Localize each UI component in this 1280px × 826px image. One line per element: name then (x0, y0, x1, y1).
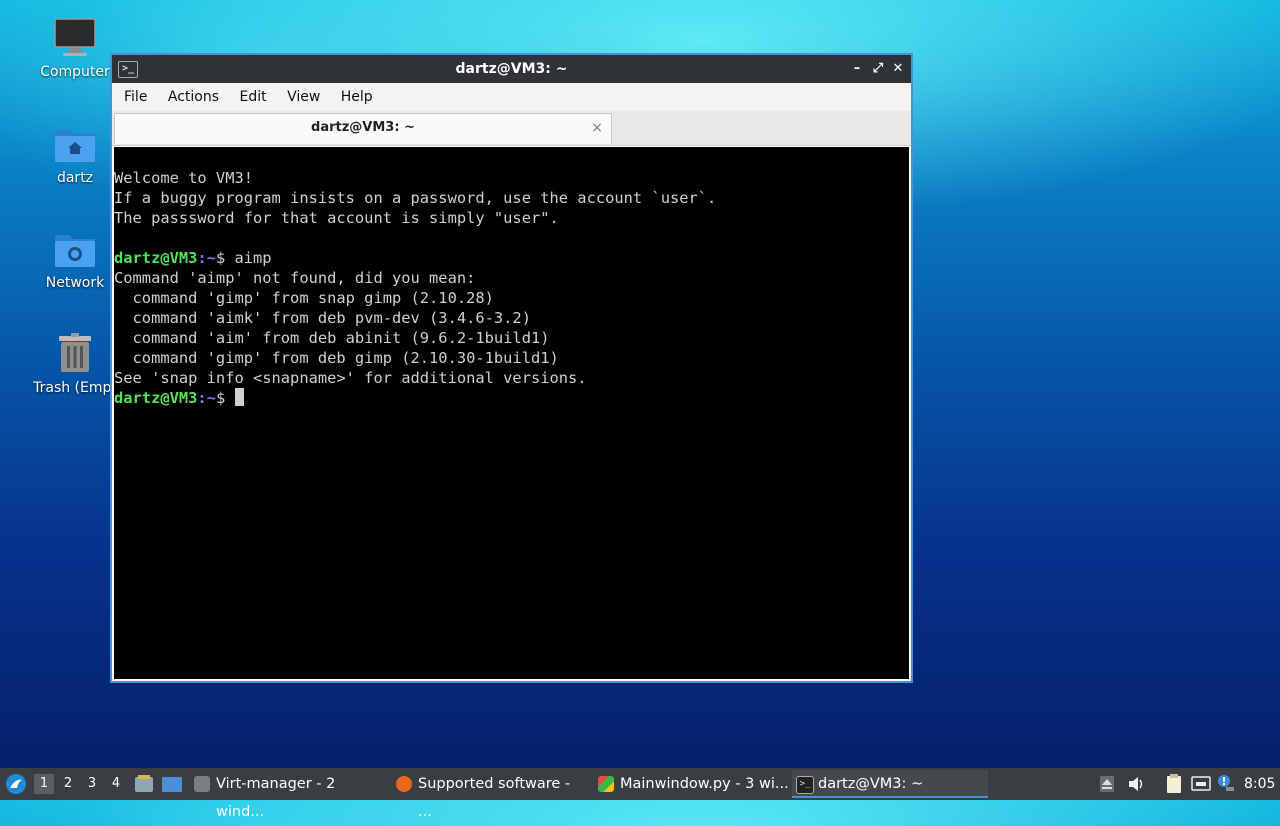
tab-close-icon[interactable]: × (591, 114, 603, 142)
file-manager-icon (135, 775, 153, 792)
maximize-button[interactable]: ⤢ (868, 55, 888, 83)
clipboard-tray[interactable] (1164, 768, 1184, 800)
file-manager-launcher[interactable] (134, 768, 154, 800)
task-virt-manager[interactable]: Virt-manager - 2 wind... (190, 770, 386, 820)
terminal-line: command 'aim' from deb abinit (9.6.2-1bu… (114, 329, 550, 347)
menu-help[interactable]: Help (335, 83, 379, 111)
clock[interactable]: 8:05 (1244, 768, 1280, 800)
prompt-path: :~ (197, 389, 216, 407)
command-text: aimp (234, 249, 272, 267)
workspace-1[interactable]: 1 (34, 774, 54, 794)
trash-icon (53, 332, 97, 376)
network-tray[interactable] (1190, 768, 1212, 800)
prompt-symbol: $ (215, 249, 235, 267)
show-desktop-icon (162, 777, 182, 792)
terminal-line: command 'gimp' from deb gimp (2.10.30-1b… (114, 349, 559, 367)
workspace-3[interactable]: 3 (82, 774, 102, 794)
close-button[interactable]: ✕ (888, 55, 908, 83)
firefox-icon (396, 776, 412, 792)
menubar: File Actions Edit View Help (112, 83, 911, 111)
menu-file[interactable]: File (118, 83, 153, 111)
task-label: Supported software - ... (418, 776, 571, 820)
task-firefox[interactable]: Supported software - ... (392, 770, 588, 820)
terminal-prompt-line: dartz@VM3:~$ aimp (114, 248, 909, 268)
menu-actions[interactable]: Actions (162, 83, 225, 111)
prompt-path: :~ (197, 249, 216, 267)
terminal-icon: >_ (118, 61, 138, 78)
task-label: Virt-manager - 2 wind... (216, 776, 336, 820)
terminal-window: >_ dartz@VM3: ~ – ⤢ ✕ File Actions Edit … (110, 53, 913, 683)
tab-label: dartz@VM3: ~ (311, 120, 415, 135)
computer-icon (53, 16, 97, 60)
terminal-line: Command 'aimp' not found, did you mean: (114, 269, 476, 287)
terminal-prompt-line: dartz@VM3:~$ (114, 388, 909, 408)
prompt-symbol: $ (215, 389, 235, 407)
menu-view[interactable]: View (281, 83, 326, 111)
terminal-icon: >_ (796, 776, 814, 794)
menu-edit[interactable]: Edit (233, 83, 272, 111)
lubuntu-logo-icon (6, 774, 26, 794)
prompt-user: dartz@VM3 (114, 249, 198, 267)
network-folder-icon (53, 227, 97, 271)
window-title: dartz@VM3: ~ (455, 61, 568, 77)
home-folder-icon (53, 122, 97, 166)
terminal-line: The passsword for that account is simply… (114, 209, 559, 227)
eject-icon (1100, 776, 1114, 792)
task-python-editor[interactable]: Mainwindow.py - 3 wi... (594, 770, 790, 798)
tab-bar: dartz@VM3: ~ × (112, 111, 911, 146)
network-icon (1191, 776, 1211, 791)
terminal-line: command 'gimp' from snap gimp (2.10.28) (114, 289, 494, 307)
virt-manager-icon (194, 776, 210, 792)
update-notifier-icon (1218, 775, 1234, 791)
terminal-line: Welcome to VM3! (114, 169, 253, 187)
task-label: dartz@VM3: ~ (818, 776, 924, 792)
python-editor-icon (598, 776, 614, 792)
terminal-line: If a buggy program insists on a password… (114, 189, 717, 207)
notification-tray[interactable] (1216, 768, 1236, 800)
window-titlebar[interactable]: >_ dartz@VM3: ~ – ⤢ ✕ (112, 55, 911, 83)
workspace-4[interactable]: 4 (106, 774, 126, 794)
clipboard-icon (1167, 774, 1181, 793)
workspace-2[interactable]: 2 (58, 774, 78, 794)
text-cursor (234, 388, 244, 406)
terminal-line: command 'aimk' from deb pvm-dev (3.4.6-3… (114, 309, 531, 327)
volume-icon (1129, 777, 1143, 791)
task-label: Mainwindow.py - 3 wi... (620, 776, 789, 792)
volume-control[interactable] (1126, 768, 1146, 800)
taskbar: 1 2 3 4 Virt-manager - 2 wind... Support… (0, 768, 1280, 820)
minimize-button[interactable]: – (847, 55, 867, 83)
terminal-line: See 'snap info <snapname>' for additiona… (114, 369, 587, 387)
prompt-user: dartz@VM3 (114, 389, 198, 407)
terminal-output[interactable]: Welcome to VM3! If a buggy program insist… (114, 147, 909, 679)
start-menu-button[interactable] (4, 768, 28, 800)
task-terminal[interactable]: >_ dartz@VM3: ~ (792, 770, 988, 798)
show-desktop-button[interactable] (160, 768, 184, 800)
tab-terminal[interactable]: dartz@VM3: ~ × (114, 113, 612, 144)
tray-updates[interactable] (1098, 768, 1116, 800)
